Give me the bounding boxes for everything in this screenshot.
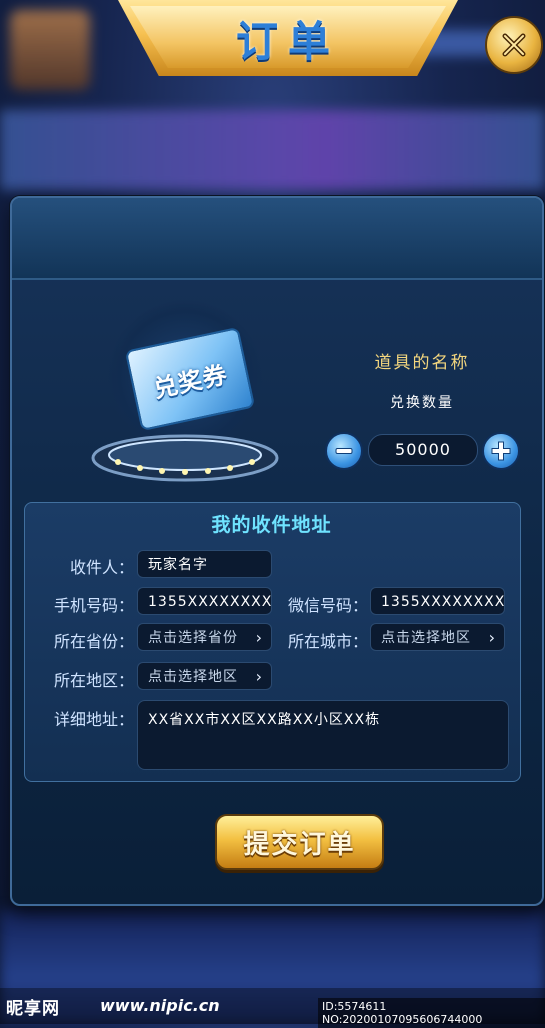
quantity-label: 兑换数量 (390, 395, 454, 411)
district-select-text: 点击选择地区 (148, 669, 238, 685)
province-select[interactable]: 点击选择省份 › (137, 623, 272, 651)
phone-label: 手机号码： (53, 596, 134, 615)
quantity-field[interactable]: 50000 (368, 434, 478, 466)
detail-address-label: 详细地址： (53, 710, 134, 729)
platform-icon (91, 434, 279, 482)
detail-address-field[interactable]: XX省XX市XX区XX路XX小区XX栋 (137, 700, 509, 770)
city-select-text: 点击选择地区 (381, 630, 471, 646)
plus-icon (491, 441, 511, 461)
province-select-text: 点击选择省份 (148, 630, 238, 646)
decrease-quantity-button[interactable] (325, 432, 363, 470)
item-name: 道具的名称 (374, 353, 470, 373)
close-icon (502, 33, 526, 57)
close-button[interactable] (485, 16, 543, 74)
district-label: 所在地区： (53, 671, 134, 690)
address-title: 我的收件地址 (211, 514, 332, 536)
city-select[interactable]: 点击选择地区 › (370, 623, 505, 651)
submit-order-label: 提交订单 (243, 829, 356, 860)
wechat-field[interactable]: 1355XXXXXXXX (370, 587, 505, 615)
background-avatar (10, 10, 90, 90)
dialog-header (12, 198, 542, 280)
watermark-url: www.nipic.cn (100, 996, 220, 1015)
increase-quantity-button[interactable] (482, 432, 520, 470)
province-label: 所在省份： (53, 632, 134, 651)
dialog-title: 订单 (235, 17, 340, 66)
chevron-right-icon: › (255, 667, 263, 686)
recipient-field[interactable]: 玩家名字 (137, 550, 272, 578)
phone-field[interactable]: 1355XXXXXXXX (137, 587, 272, 615)
chevron-right-icon: › (255, 628, 263, 647)
submit-order-button[interactable]: 提交订单 (215, 814, 384, 870)
watermark-logo: 昵享网 (6, 999, 60, 1019)
chevron-right-icon: › (488, 628, 496, 647)
wechat-label: 微信号码： (287, 596, 368, 615)
recipient-label: 收件人： (69, 558, 134, 577)
city-label: 所在城市： (287, 632, 368, 651)
background-strip (0, 110, 545, 190)
minus-icon (335, 448, 353, 454)
district-select[interactable]: 点击选择地区 › (137, 662, 272, 690)
ticket-text: 兑奖券 (150, 359, 231, 403)
